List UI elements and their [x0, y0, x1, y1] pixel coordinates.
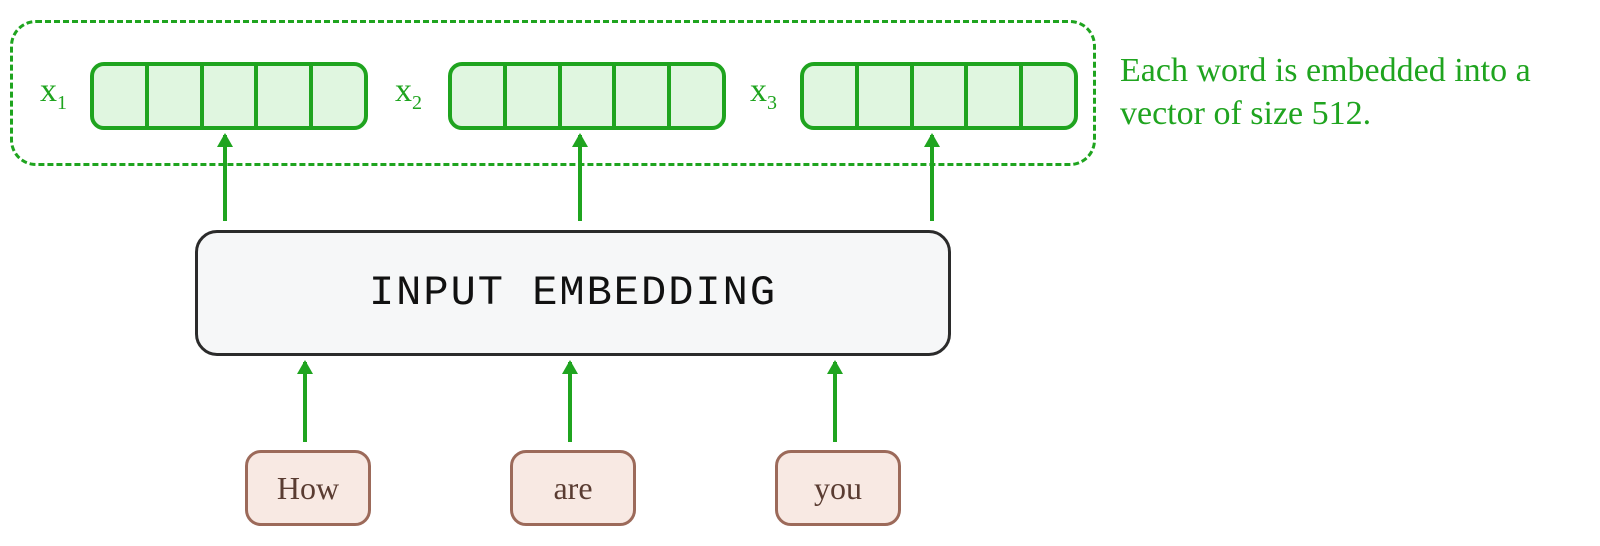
- vector-symbol: x: [40, 72, 57, 109]
- vector-cell: [313, 66, 364, 126]
- diagram-caption: Each word is embedded into a vector of s…: [1120, 50, 1580, 135]
- embedding-vector-2: [448, 62, 726, 130]
- vector-label-x2: x2: [395, 72, 422, 115]
- word-text: you: [814, 470, 862, 507]
- vector-cell: [671, 66, 722, 126]
- arrow-up-icon: [223, 135, 227, 221]
- arrow-up-icon: [578, 135, 582, 221]
- vector-cell: [914, 66, 969, 126]
- vector-cell: [804, 66, 859, 126]
- arrow-up-icon: [303, 362, 307, 442]
- vector-cell: [149, 66, 204, 126]
- vector-cell: [204, 66, 259, 126]
- vector-symbol: x: [395, 72, 412, 109]
- word-token: you: [775, 450, 901, 526]
- vector-label-x3: x3: [750, 72, 777, 115]
- embedding-vector-3: [800, 62, 1078, 130]
- vector-cell: [452, 66, 507, 126]
- vector-label-x1: x1: [40, 72, 67, 115]
- vector-subscript: 2: [412, 92, 422, 114]
- vector-cell: [562, 66, 617, 126]
- vector-symbol: x: [750, 72, 767, 109]
- arrow-up-icon: [568, 362, 572, 442]
- input-embedding-box: INPUT EMBEDDING: [195, 230, 951, 356]
- vector-cell: [258, 66, 313, 126]
- word-text: How: [277, 470, 339, 507]
- vector-subscript: 1: [57, 92, 67, 114]
- arrow-up-icon: [930, 135, 934, 221]
- word-token: are: [510, 450, 636, 526]
- embedding-vector-1: [90, 62, 368, 130]
- vector-cell: [1023, 66, 1074, 126]
- vector-cell: [507, 66, 562, 126]
- vector-cell: [616, 66, 671, 126]
- input-embedding-label: INPUT EMBEDDING: [369, 269, 777, 317]
- word-token: How: [245, 450, 371, 526]
- word-text: are: [553, 470, 592, 507]
- arrow-up-icon: [833, 362, 837, 442]
- vector-cell: [94, 66, 149, 126]
- vector-subscript: 3: [767, 92, 777, 114]
- vector-cell: [968, 66, 1023, 126]
- vector-cell: [859, 66, 914, 126]
